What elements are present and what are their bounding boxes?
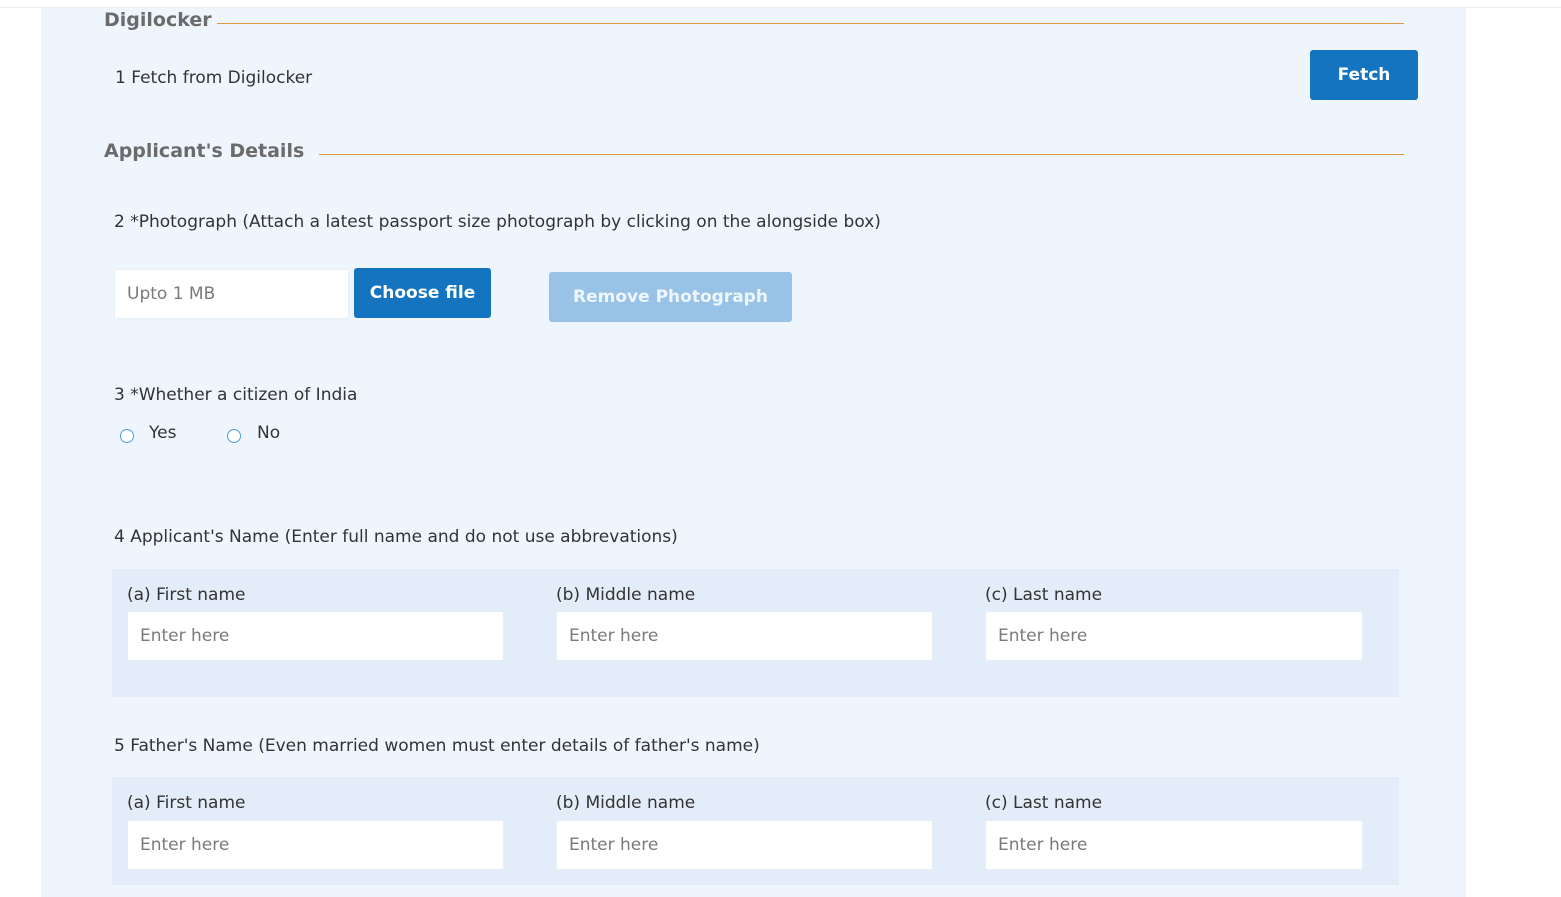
citizen-no-radio[interactable] bbox=[227, 429, 241, 443]
citizen-yes-radio[interactable] bbox=[120, 429, 134, 443]
applicant-first-name-input[interactable] bbox=[127, 611, 504, 661]
citizen-yes-label[interactable]: Yes bbox=[149, 423, 176, 443]
digilocker-fetch-label: 1 Fetch from Digilocker bbox=[115, 68, 313, 88]
father-last-name-label: (c) Last name bbox=[985, 793, 1103, 813]
applicant-last-name-label: (c) Last name bbox=[985, 585, 1103, 605]
radio-circle[interactable] bbox=[227, 429, 241, 443]
fetch-button[interactable]: Fetch bbox=[1310, 50, 1418, 100]
father-name-box: (a) First name (b) Middle name (c) Last … bbox=[112, 777, 1399, 885]
form-panel: Digilocker 1 Fetch from Digilocker Fetch… bbox=[41, 8, 1466, 897]
applicant-name-box: (a) First name (b) Middle name (c) Last … bbox=[112, 569, 1399, 697]
applicant-middle-name-input[interactable] bbox=[556, 611, 933, 661]
father-last-name-input[interactable] bbox=[985, 820, 1363, 870]
remove-photograph-button[interactable]: Remove Photograph bbox=[549, 272, 792, 322]
radio-circle[interactable] bbox=[120, 429, 134, 443]
applicant-section-divider bbox=[319, 154, 1404, 155]
citizen-label: 3 *Whether a citizen of India bbox=[114, 385, 358, 405]
father-first-name-label: (a) First name bbox=[127, 793, 246, 813]
top-strip bbox=[0, 0, 1561, 8]
digilocker-section-divider bbox=[217, 23, 1404, 24]
applicant-section-title: Applicant's Details bbox=[104, 140, 305, 162]
applicant-last-name-input[interactable] bbox=[985, 611, 1363, 661]
father-first-name-input[interactable] bbox=[127, 820, 504, 870]
applicant-first-name-label: (a) First name bbox=[127, 585, 246, 605]
applicant-name-label: 4 Applicant's Name (Enter full name and … bbox=[114, 527, 678, 547]
photograph-label: 2 *Photograph (Attach a latest passport … bbox=[114, 212, 881, 232]
digilocker-section-title: Digilocker bbox=[104, 9, 212, 31]
photograph-file-input[interactable] bbox=[114, 269, 349, 319]
father-middle-name-input[interactable] bbox=[556, 820, 933, 870]
citizen-no-label[interactable]: No bbox=[257, 423, 280, 443]
applicant-middle-name-label: (b) Middle name bbox=[556, 585, 696, 605]
father-name-label: 5 Father's Name (Even married women must… bbox=[114, 736, 760, 756]
father-middle-name-label: (b) Middle name bbox=[556, 793, 696, 813]
choose-file-button[interactable]: Choose file bbox=[354, 268, 491, 318]
